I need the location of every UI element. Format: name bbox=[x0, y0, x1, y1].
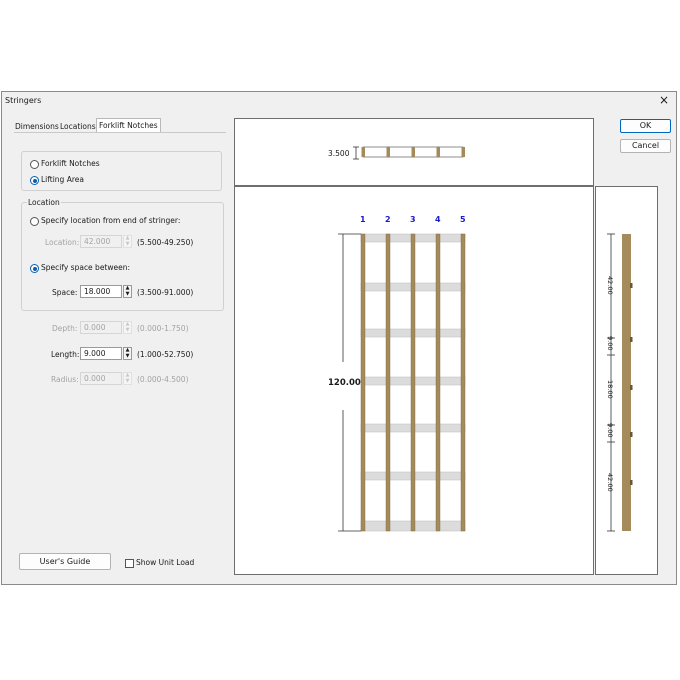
plan-view-drawing: 1 2 3 4 5 120.00 bbox=[328, 215, 466, 532]
side-dimension-label: 42.00 bbox=[606, 473, 614, 492]
side-notch-mark bbox=[630, 480, 633, 485]
stringer-number-label: 1 bbox=[360, 215, 366, 224]
location-stepper[interactable]: ▲ ▼ bbox=[123, 235, 132, 248]
depth-stepper[interactable]: ▲ ▼ bbox=[123, 321, 132, 334]
forklift-notches-label: Forklift Notches bbox=[41, 159, 100, 168]
end-view-board bbox=[437, 146, 464, 158]
side-notch-mark bbox=[630, 283, 633, 288]
forklift-notches-radio[interactable] bbox=[30, 160, 39, 169]
side-dimension-label: 9.00 bbox=[606, 423, 614, 437]
close-icon[interactable]: × bbox=[657, 93, 671, 107]
length-label: Length: bbox=[51, 350, 80, 359]
show-unit-load-label: Show Unit Load bbox=[136, 558, 195, 567]
side-notch-mark bbox=[630, 385, 633, 390]
side-dimension-label: 18.00 bbox=[606, 380, 614, 399]
end-view-board bbox=[412, 146, 439, 158]
side-view-drawing: 42.00 9.00 18.00 9.00 42.00 bbox=[606, 233, 633, 532]
stringer bbox=[460, 233, 466, 532]
space-between-label: Specify space between: bbox=[41, 263, 131, 272]
depth-input[interactable]: 0.000 bbox=[80, 321, 122, 334]
location-from-end-label: Specify location from end of stringer: bbox=[41, 216, 181, 225]
tab-panel bbox=[14, 132, 226, 537]
space-stepper[interactable]: ▲ ▼ bbox=[123, 285, 132, 298]
stringers-dialog: Stringers × Dimensions Locations Forklif… bbox=[1, 91, 677, 585]
tab-forklift-notches[interactable]: Forklift Notches bbox=[96, 118, 161, 133]
location-group-label: Location bbox=[27, 198, 61, 207]
side-notch-mark bbox=[630, 337, 633, 342]
notch-type-group bbox=[21, 151, 222, 191]
window-title: Stringers bbox=[5, 96, 42, 105]
depth-range: (0.000-1.750) bbox=[137, 324, 189, 333]
end-view-board bbox=[362, 146, 389, 158]
stringer bbox=[385, 233, 391, 532]
radius-range: (0.000-4.500) bbox=[137, 375, 189, 384]
side-dimension-label: 9.00 bbox=[606, 336, 614, 350]
length-dimension: 120.00 bbox=[328, 378, 361, 388]
cancel-button[interactable]: Cancel bbox=[620, 139, 671, 153]
end-view-stringer bbox=[386, 147, 390, 157]
stringer bbox=[410, 233, 416, 532]
length-input[interactable]: 9.000 bbox=[80, 347, 122, 360]
space-between-radio[interactable] bbox=[30, 264, 39, 273]
show-unit-load-checkbox[interactable] bbox=[125, 559, 134, 568]
end-view-stringer bbox=[411, 147, 415, 157]
location-label: Location: bbox=[45, 238, 80, 247]
title-bar: Stringers × bbox=[2, 92, 676, 112]
end-view-stringer bbox=[461, 147, 465, 157]
radius-label: Radius: bbox=[51, 375, 79, 384]
stringer bbox=[360, 233, 366, 532]
lifting-area-label: Lifting Area bbox=[41, 175, 84, 184]
side-notch-mark bbox=[630, 432, 633, 437]
ok-button[interactable]: OK bbox=[620, 119, 671, 133]
end-view-board bbox=[387, 146, 414, 158]
space-range: (3.500-91.000) bbox=[137, 288, 194, 297]
end-view-dimension: 3.500 bbox=[328, 149, 350, 158]
location-from-end-radio[interactable] bbox=[30, 217, 39, 226]
end-view-stringer bbox=[436, 147, 440, 157]
end-view-stringer bbox=[361, 147, 365, 157]
space-input[interactable]: 18.000 bbox=[80, 285, 122, 298]
location-input[interactable]: 42.000 bbox=[80, 235, 122, 248]
stringer-number-label: 2 bbox=[385, 215, 391, 224]
end-view-drawing: 3.500 bbox=[328, 146, 465, 160]
end-view-panel: 3.500 bbox=[234, 118, 594, 186]
space-label: Space: bbox=[52, 288, 78, 297]
users-guide-button[interactable]: User's Guide bbox=[19, 553, 111, 570]
side-dimension-label: 42.00 bbox=[606, 276, 614, 295]
side-stringer bbox=[622, 234, 631, 531]
location-range: (5.500-49.250) bbox=[137, 238, 194, 247]
length-range: (1.000-52.750) bbox=[137, 350, 194, 359]
length-stepper[interactable]: ▲ ▼ bbox=[123, 347, 132, 360]
radius-input[interactable]: 0.000 bbox=[80, 372, 122, 385]
stringer-number-label: 5 bbox=[460, 215, 466, 224]
lifting-area-radio[interactable] bbox=[30, 176, 39, 185]
side-view-panel: 42.00 9.00 18.00 9.00 42.00 bbox=[595, 186, 658, 575]
stringer-number-label: 4 bbox=[435, 215, 441, 224]
stringer bbox=[435, 233, 441, 532]
radius-stepper[interactable]: ▲ ▼ bbox=[123, 372, 132, 385]
plan-view-panel: 1 2 3 4 5 120.00 bbox=[234, 186, 594, 575]
stringer-number-label: 3 bbox=[410, 215, 416, 224]
depth-label: Depth: bbox=[52, 324, 78, 333]
